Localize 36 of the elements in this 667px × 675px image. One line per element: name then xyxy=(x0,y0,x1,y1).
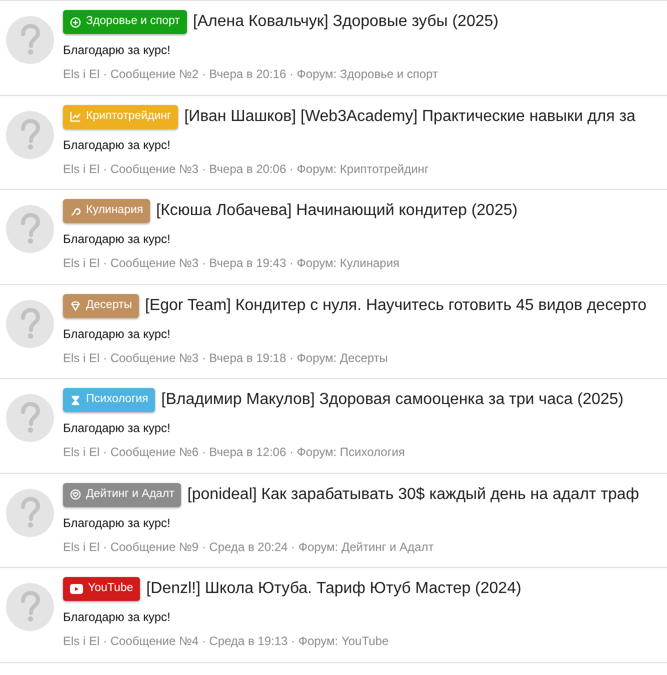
whisk-icon xyxy=(70,206,81,216)
avatar-placeholder-icon xyxy=(6,205,54,253)
thread-title-link[interactable]: [Denzl!] Школа Ютуба. Тариф Ютуб Мастер (2024) xyxy=(146,577,522,601)
ice-cream-icon xyxy=(70,300,81,311)
post-meta: Els i El · Сообщение №3 · Вчера в 19:18 · Форум: Десерты xyxy=(63,350,389,366)
post-message: Благодарю за курс! xyxy=(63,420,172,437)
post-meta: Els i El · Сообщение №6 · Вчера в 12:06 · Форум: Психология xyxy=(63,444,406,461)
post-message: Благодарю за курс! xyxy=(63,609,172,626)
post-meta: Els i El · Сообщение №2 · Вчера в 20:16 · Форум: Здоровье и спорт xyxy=(63,66,439,83)
avatar-placeholder-icon xyxy=(6,488,54,536)
chart-icon xyxy=(70,111,81,122)
thread-title-link[interactable]: [Алена Ковальчук] Здоровые зубы (2025) xyxy=(192,10,498,34)
heart-circle-icon xyxy=(70,489,81,500)
thread-title-link[interactable]: [Владимир Макулов] Здоровая самооценка за три часа (2025) xyxy=(161,388,624,412)
avatar-placeholder-icon xyxy=(6,394,54,442)
hourglass-icon xyxy=(70,394,81,406)
avatar-placeholder-icon xyxy=(6,300,54,348)
avatar-placeholder-icon xyxy=(6,583,54,631)
avatar-placeholder-icon xyxy=(6,110,54,158)
post-meta: Els i El · Сообщение №3 · Вчера в 19:43 · Форум: Кулинария xyxy=(63,255,401,272)
thread-title-link[interactable]: [Ксюша Лобачева] Начинающий кондитер (2025) xyxy=(156,199,518,223)
forum-tag[interactable]: YouTube xyxy=(63,577,140,601)
thread-title-link[interactable]: [Иван Шашков] [Web3Academy] Практические навыки для за xyxy=(184,104,636,128)
post-message: Благодарю за курс! xyxy=(63,136,172,154)
thread-title-link[interactable]: [Egor Team] Кондитер с нуля. Научитесь готовить 45 видов десерто xyxy=(145,294,647,318)
post-message: Благодарю за курс! xyxy=(63,326,172,342)
post-meta: Els i El · Сообщение №9 · Среда в 20:24 · Форум: Дейтинг и Адалт xyxy=(63,538,435,556)
avatar-placeholder-icon xyxy=(6,16,54,64)
post-message: Благодарю за курс! xyxy=(63,231,172,248)
play-icon xyxy=(70,584,83,594)
post-message: Благодарю за курс! xyxy=(63,514,172,532)
thread-title-link[interactable]: [ponideal] Как зарабатывать 30$ каждый день на адалт траф xyxy=(187,482,639,506)
post-meta: Els i El · Сообщение №4 · Среда в 19:13 · Форум: YouTube xyxy=(63,633,390,650)
post-message: Благодарю за курс! xyxy=(63,42,172,59)
post-meta: Els i El · Сообщение №3 · Вчера в 20:06 · Форум: Криптотрейдинг xyxy=(63,160,430,178)
plus-circle-icon xyxy=(70,16,81,28)
